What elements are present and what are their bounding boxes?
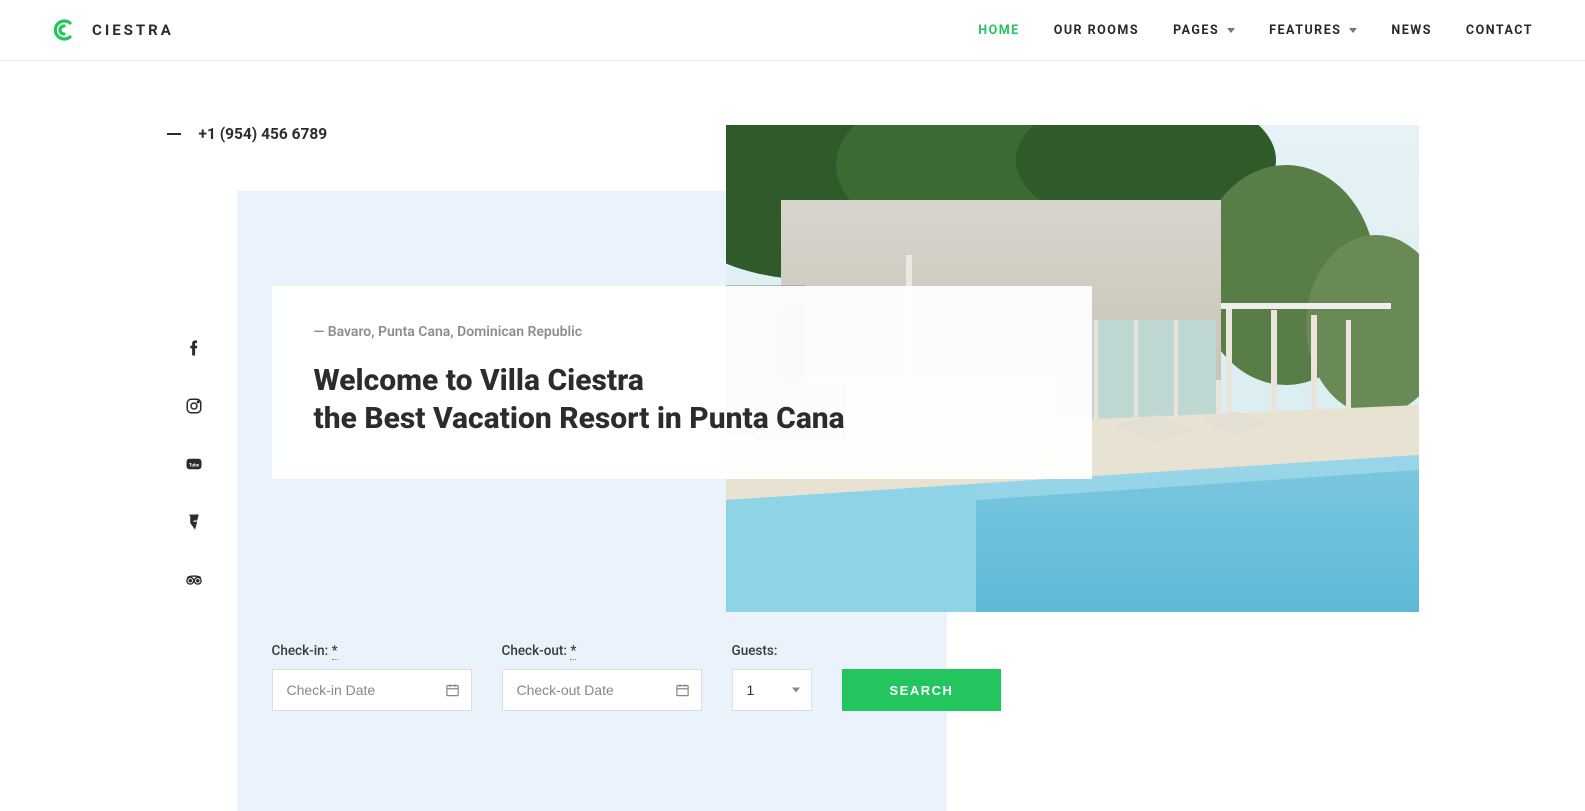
logo-text: CIESTRA <box>92 21 174 39</box>
hero-title-card: — Bavaro, Punta Cana, Dominican Republic… <box>272 286 1092 479</box>
dash-icon <box>167 133 181 135</box>
svg-text:Tube: Tube <box>188 462 199 468</box>
checkin-field: Check-in: * <box>272 643 472 711</box>
logo-icon <box>52 18 76 42</box>
primary-nav: HOME OUR ROOMS PAGES FEATURES NEWS CONTA… <box>978 23 1533 38</box>
youtube-icon[interactable]: Tube <box>185 455 203 473</box>
nav-news[interactable]: NEWS <box>1391 23 1432 38</box>
instagram-icon[interactable] <box>185 397 203 415</box>
foursquare-icon[interactable] <box>185 513 203 531</box>
nav-pages[interactable]: PAGES <box>1173 23 1235 38</box>
nav-home[interactable]: HOME <box>978 23 1019 38</box>
checkin-label: Check-in: * <box>272 643 472 659</box>
search-button[interactable]: SEARCH <box>842 669 1002 711</box>
hero-title: Welcome to Villa Ciestra the Best Vacati… <box>314 362 1050 437</box>
guests-field: Guests: 1 <box>732 643 812 711</box>
site-header: CIESTRA HOME OUR ROOMS PAGES FEATURES NE… <box>0 0 1585 61</box>
guests-label: Guests: <box>732 643 812 659</box>
hero-subtitle: — Bavaro, Punta Cana, Dominican Republic <box>314 324 1050 340</box>
hero-section: +1 (954) 456 6789 <box>167 61 1419 125</box>
contact-phone: +1 (954) 456 6789 <box>167 125 328 143</box>
checkout-input[interactable] <box>502 669 702 711</box>
nav-features[interactable]: FEATURES <box>1269 23 1357 38</box>
booking-search-form: Check-in: * Check-out: * Guests: 1 <box>272 643 1002 711</box>
tripadvisor-icon[interactable] <box>185 571 203 589</box>
nav-our-rooms[interactable]: OUR ROOMS <box>1054 23 1139 38</box>
nav-contact[interactable]: CONTACT <box>1466 23 1533 38</box>
facebook-icon[interactable] <box>185 339 203 357</box>
phone-number: +1 (954) 456 6789 <box>199 125 328 143</box>
guests-select[interactable]: 1 <box>732 669 812 711</box>
social-links: Tube <box>185 339 203 589</box>
chevron-down-icon <box>1349 28 1357 33</box>
checkin-input[interactable] <box>272 669 472 711</box>
checkout-label: Check-out: * <box>502 643 702 659</box>
chevron-down-icon <box>1227 28 1235 33</box>
logo[interactable]: CIESTRA <box>52 18 174 42</box>
checkout-field: Check-out: * <box>502 643 702 711</box>
